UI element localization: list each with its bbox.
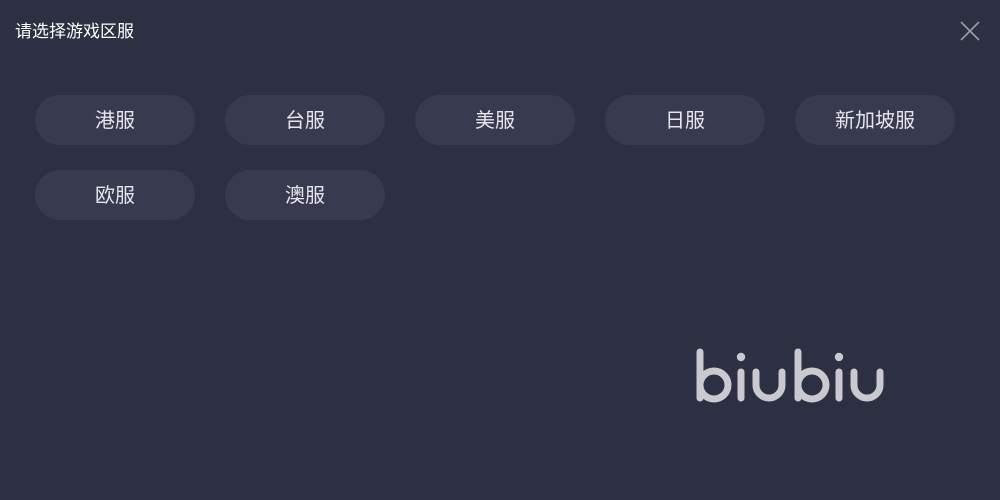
close-button[interactable] (955, 16, 985, 46)
server-button-jp[interactable]: 日服 (605, 95, 765, 145)
server-button-sg[interactable]: 新加坡服 (795, 95, 955, 145)
server-button-us[interactable]: 美服 (415, 95, 575, 145)
server-button-tw[interactable]: 台服 (225, 95, 385, 145)
server-button-eu[interactable]: 欧服 (35, 170, 195, 220)
biubiu-logo (696, 348, 884, 403)
close-icon (960, 21, 980, 41)
server-button-hk[interactable]: 港服 (35, 95, 195, 145)
server-select-dialog: 请选择游戏区服 港服 台服 美服 日服 新加坡服 欧服 澳服 (0, 0, 1000, 500)
server-button-au[interactable]: 澳服 (225, 170, 385, 220)
server-list: 港服 台服 美服 日服 新加坡服 欧服 澳服 (35, 95, 965, 220)
dialog-title: 请选择游戏区服 (15, 22, 134, 42)
